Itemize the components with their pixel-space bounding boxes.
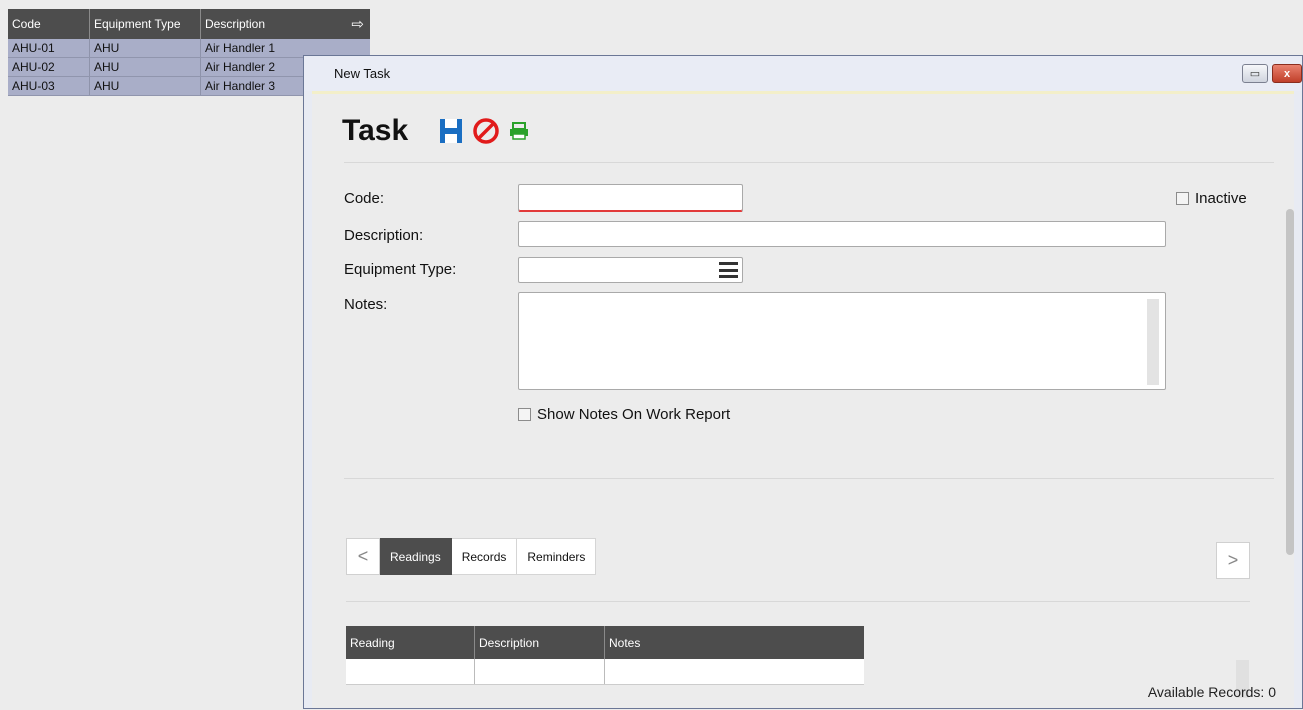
tab-readings[interactable]: Readings (380, 538, 452, 575)
tab-records[interactable]: Records (451, 538, 518, 575)
window-controls: ▭ x (1242, 64, 1302, 83)
menu-icon[interactable] (719, 262, 738, 278)
column-header-description[interactable]: Description ⇨ (201, 9, 370, 39)
cell-equipment-type: AHU (90, 58, 201, 76)
show-notes-label: Show Notes On Work Report (537, 406, 731, 423)
form-scrollbar[interactable] (1286, 209, 1294, 555)
form-header: Task (334, 94, 1272, 160)
save-icon[interactable] (438, 117, 464, 145)
column-header-description-label: Description (205, 17, 266, 31)
window-titlebar[interactable]: New Task ▭ x (304, 56, 1302, 91)
column-header-notes[interactable]: Notes (605, 626, 864, 659)
restore-button[interactable]: ▭ (1242, 64, 1268, 83)
cell-code: AHU-03 (8, 77, 90, 95)
tab-divider (346, 601, 1250, 602)
readings-grid-header: Reading Description Notes (346, 626, 864, 659)
print-icon[interactable] (508, 121, 530, 141)
cancel-icon[interactable] (472, 117, 500, 145)
cell-code: AHU-01 (8, 39, 90, 57)
cell-equipment-type: AHU (90, 39, 201, 57)
window-title: New Task (334, 66, 391, 81)
notes-label: Notes: (344, 296, 388, 313)
inactive-label: Inactive (1195, 190, 1247, 207)
cell-description[interactable] (475, 659, 605, 684)
page-title: Task (342, 114, 409, 147)
cell-notes[interactable] (605, 659, 864, 684)
tab-prev-button[interactable]: < (346, 538, 380, 575)
equipment-type-label: Equipment Type: (344, 261, 457, 278)
notes-textarea[interactable] (518, 292, 1166, 390)
form-divider (344, 478, 1274, 479)
tab-strip: < Readings Records Reminders (346, 538, 597, 575)
description-label: Description: (344, 227, 424, 244)
show-notes-checkbox-box[interactable] (518, 408, 531, 421)
window-body: Task Code: Inactive Description: Equipme… (312, 91, 1294, 708)
inactive-checkbox[interactable]: Inactive (1176, 190, 1247, 207)
cell-equipment-type: AHU (90, 77, 201, 95)
tab-reminders[interactable]: Reminders (517, 538, 597, 575)
show-notes-checkbox[interactable]: Show Notes On Work Report (518, 406, 730, 423)
task-form: Task Code: Inactive Description: Equipme… (334, 94, 1274, 710)
code-label: Code: (344, 190, 385, 207)
table-row[interactable] (346, 659, 864, 685)
cell-code: AHU-02 (8, 58, 90, 76)
inactive-checkbox-box[interactable] (1176, 192, 1189, 205)
notes-scrollbar[interactable] (1147, 299, 1159, 385)
new-task-window: New Task ▭ x Task Code: Inactive Descrip… (303, 55, 1303, 709)
column-header-description[interactable]: Description (475, 626, 605, 659)
equipment-type-field[interactable] (518, 257, 743, 283)
export-arrow-icon[interactable]: ⇨ (351, 15, 366, 33)
code-input[interactable] (518, 184, 743, 212)
tab-next-button[interactable]: > (1216, 542, 1250, 579)
cell-reading[interactable] (346, 659, 475, 684)
available-records-label: Available Records: 0 (1147, 684, 1276, 700)
description-input[interactable] (518, 221, 1166, 247)
header-divider (344, 162, 1274, 163)
column-header-reading[interactable]: Reading (346, 626, 475, 659)
column-header-equipment-type[interactable]: Equipment Type (90, 9, 201, 39)
readings-grid: Reading Description Notes (346, 626, 864, 685)
close-button[interactable]: x (1272, 64, 1302, 83)
column-header-code[interactable]: Code (8, 9, 90, 39)
grid-header: Code Equipment Type Description ⇨ (8, 9, 370, 39)
